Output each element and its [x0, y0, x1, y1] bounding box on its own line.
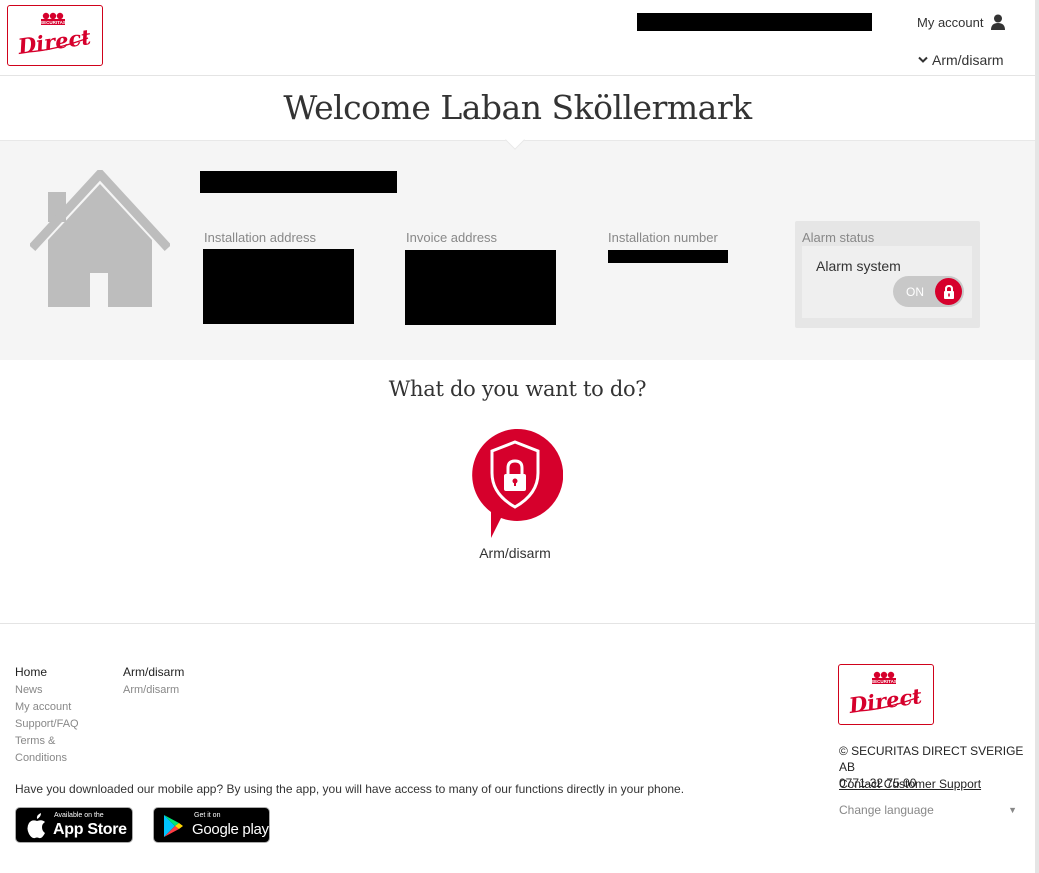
- chevron-down-icon: [918, 56, 928, 63]
- securitas-direct-logo[interactable]: SECURITAS Direct: [7, 5, 103, 66]
- footer-link-arm-disarm[interactable]: Arm/disarm: [123, 682, 184, 699]
- redacted-installation-number: [608, 250, 728, 263]
- footer-link-news[interactable]: News: [15, 682, 79, 699]
- alarm-status-card: Alarm status Alarm system ON: [795, 221, 980, 328]
- caret-down-icon: ▼: [1008, 805, 1017, 815]
- svg-text:SECURITAS: SECURITAS: [40, 20, 66, 25]
- alarm-system-label: Alarm system: [816, 258, 901, 274]
- padlock-icon: [943, 284, 954, 299]
- google-play-icon: [164, 815, 183, 837]
- google-play-big-text: Google play: [192, 821, 269, 838]
- svg-text:Direct: Direct: [15, 24, 92, 59]
- footer-securitas-direct-logo[interactable]: SECURITAS Direct: [838, 664, 934, 725]
- change-language-label: Change language: [839, 803, 934, 817]
- header-divider: [0, 75, 1035, 76]
- alarm-status-label: Alarm status: [802, 230, 875, 245]
- svg-text:SECURITAS: SECURITAS: [871, 679, 897, 684]
- arm-disarm-nav-label: Arm/disarm: [932, 52, 1004, 68]
- app-store-small-text: Available on the: [54, 812, 104, 819]
- footer-divider: [0, 623, 1035, 624]
- alarm-system-panel: Alarm system ON: [802, 246, 972, 318]
- welcome-title: Welcome Laban Sköllermark: [283, 88, 752, 127]
- apple-icon: [27, 813, 45, 839]
- footer-link-my-account[interactable]: My account: [15, 699, 79, 716]
- redacted-installation-address: [203, 249, 354, 324]
- arm-disarm-action[interactable]: Arm/disarm: [450, 428, 580, 568]
- my-account-label: My account: [917, 14, 984, 30]
- page: SECURITAS Direct My account Arm/disarm W…: [0, 0, 1035, 873]
- house-icon: [30, 170, 170, 307]
- alarm-toggle-knob: [935, 278, 962, 305]
- copyright-text: © SECURITAS DIRECT SVERIGE AB: [839, 744, 1024, 774]
- redacted-user-name: [637, 13, 872, 31]
- alarm-toggle[interactable]: ON: [893, 276, 964, 307]
- google-play-small-text: Get it on: [194, 812, 221, 819]
- invoice-address-label: Invoice address: [406, 230, 498, 245]
- footer-logo-graphic: SECURITAS Direct: [846, 671, 924, 718]
- user-icon: [991, 14, 1006, 30]
- footer-link-home[interactable]: Home: [15, 665, 79, 680]
- arm-disarm-action-label: Arm/disarm: [479, 545, 551, 561]
- footer-link-support-faq[interactable]: Support/FAQ: [15, 716, 79, 733]
- arm-disarm-nav-link[interactable]: Arm/disarm: [918, 52, 1004, 68]
- mobile-app-text: Have you downloaded our mobile app? By u…: [15, 782, 685, 796]
- app-store-badge[interactable]: Available on the App Store: [15, 807, 133, 843]
- svg-text:Direct: Direct: [846, 683, 923, 718]
- footer-link-terms[interactable]: Terms &: [15, 733, 79, 750]
- contact-support-link[interactable]: Contact Customer Support: [839, 777, 981, 791]
- window-edge: [1035, 0, 1039, 873]
- installation-address-label: Installation address: [204, 230, 317, 245]
- actions-title: What do you want to do?: [388, 377, 647, 401]
- alarm-toggle-text: ON: [906, 285, 924, 299]
- footer-nav-arm-disarm: Arm/disarm Arm/disarm: [123, 665, 184, 699]
- app-store-big-text: App Store: [53, 821, 127, 838]
- google-play-badge[interactable]: Get it on Google play: [153, 807, 270, 843]
- shield-lock-icon: [472, 428, 563, 538]
- footer-link-conditions[interactable]: Conditions: [15, 750, 79, 767]
- footer-nav-home: Home News My account Support/FAQ Terms &…: [15, 665, 79, 767]
- installation-number-label: Installation number: [608, 230, 718, 245]
- redacted-installation-name: [200, 171, 397, 193]
- redacted-invoice-address: [405, 250, 556, 325]
- change-language-select[interactable]: Change language ▼: [839, 803, 1021, 823]
- logo-graphic: SECURITAS Direct: [15, 12, 93, 59]
- footer-link-arm-disarm-head[interactable]: Arm/disarm: [123, 665, 184, 680]
- my-account-link[interactable]: My account: [917, 12, 1006, 32]
